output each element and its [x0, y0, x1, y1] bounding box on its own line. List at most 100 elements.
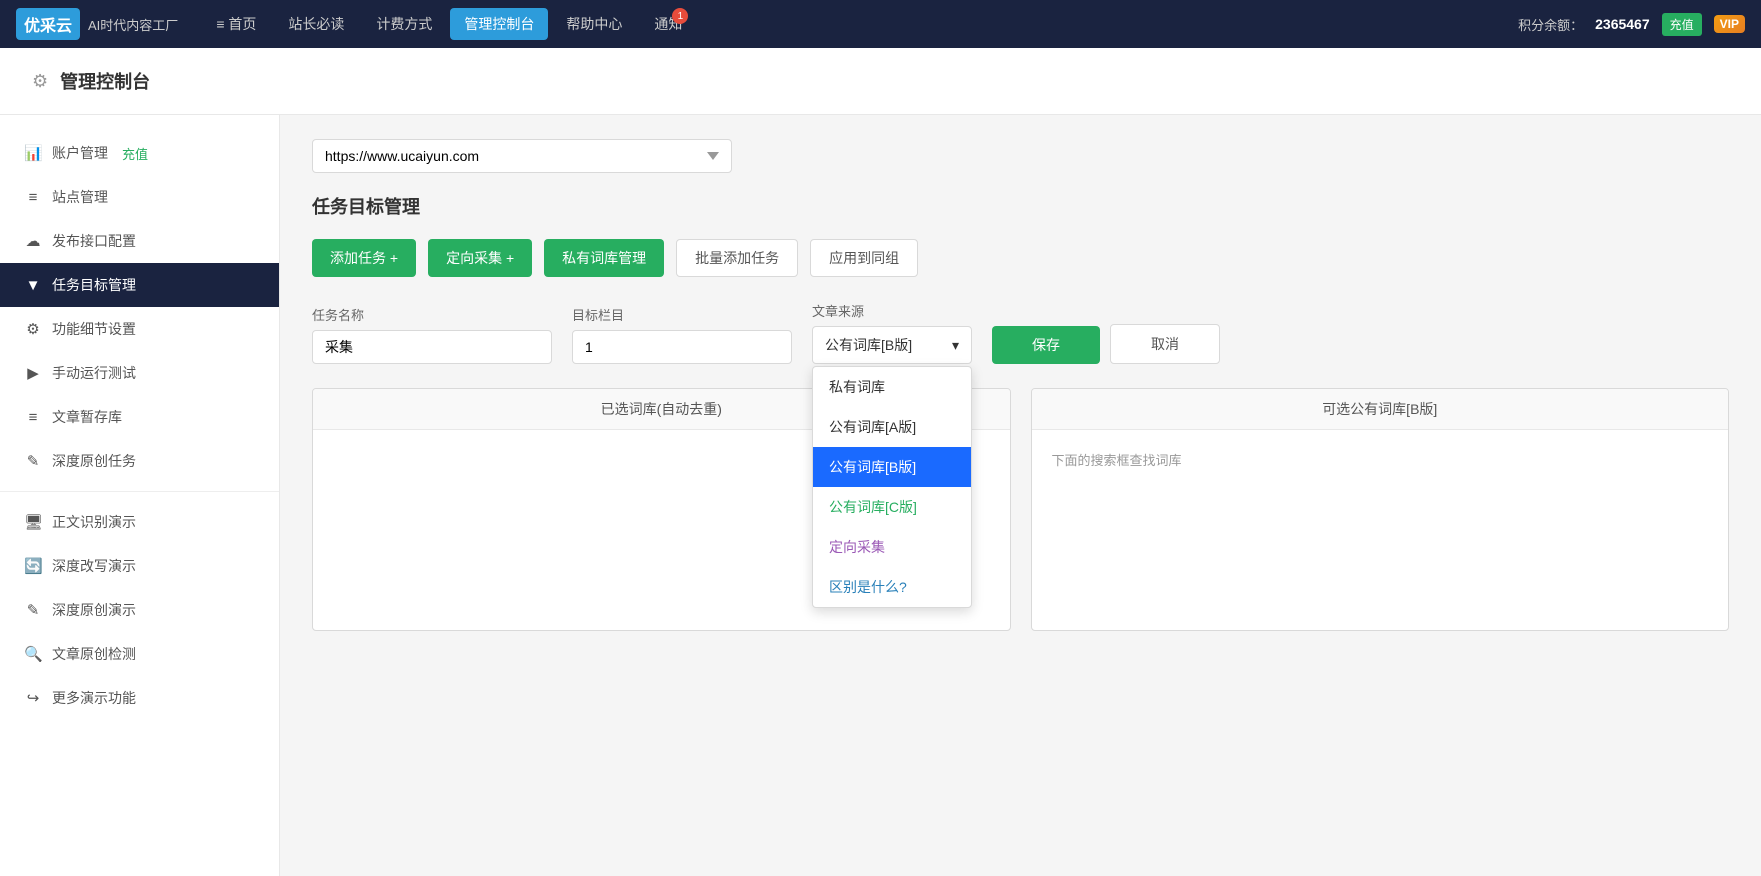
batch-add-button[interactable]: 批量添加任务 [676, 239, 798, 277]
page-title: 管理控制台 [60, 68, 150, 94]
settings-side-icon: ⚙ [24, 320, 42, 338]
sidebar-item-draft[interactable]: ≡ 文章暂存库 [0, 395, 279, 439]
sidebar-item-task[interactable]: ▼ 任务目标管理 [0, 263, 279, 307]
recognition-icon: 🖥 [24, 513, 42, 531]
directed-collect-button[interactable]: 定向采集 + [428, 239, 532, 277]
sidebar-item-draft-label: 文章暂存库 [52, 407, 122, 427]
target-column-label: 目标栏目 [572, 305, 792, 324]
panel-hint: 下面的搜索框查找词库 [1044, 442, 1717, 477]
notification-count: 1 [672, 8, 688, 24]
sidebar-item-original-demo[interactable]: ✎ 深度原创演示 [0, 588, 279, 632]
source-select-button[interactable]: 公有词库[B版] ▾ [812, 326, 972, 364]
sidebar-item-recognition-label: 正文识别演示 [52, 512, 136, 532]
nav-notification[interactable]: 通知 1 [640, 8, 696, 40]
check-icon: 🔍 [24, 645, 42, 663]
source-option-directed[interactable]: 定向采集 [813, 527, 971, 567]
source-group: 文章来源 公有词库[B版] ▾ 私有词库 公有词库[A版] 公有词库[B版] 公… [812, 301, 972, 364]
task-name-label: 任务名称 [312, 305, 552, 324]
site-icon: ≡ [24, 189, 42, 206]
nav-pricing[interactable]: 计费方式 [362, 8, 446, 40]
sidebar-item-check[interactable]: 🔍 文章原创检测 [0, 632, 279, 676]
nav-home-label: 首页 [228, 16, 256, 32]
chevron-down-icon: ▾ [952, 337, 959, 354]
nav-home[interactable]: ≡ 首页 [202, 8, 270, 40]
sidebar-item-original[interactable]: ✎ 深度原创任务 [0, 439, 279, 483]
points-label: 积分余额： [1518, 15, 1583, 34]
page-header: ⚙ 管理控制台 [0, 48, 1761, 115]
top-nav-right: 积分余额： 2365467 充值 VIP [1518, 13, 1745, 36]
sidebar-item-site[interactable]: ≡ 站点管理 [0, 175, 279, 219]
original-demo-icon: ✎ [24, 601, 42, 619]
sidebar-item-check-label: 文章原创检测 [52, 644, 136, 664]
source-selected-value: 公有词库[B版] [825, 335, 912, 355]
sidebar-item-site-label: 站点管理 [52, 187, 108, 207]
sidebar: 📊 账户管理 充值 ≡ 站点管理 ☁ 发布接口配置 ▼ 任务目标管理 ⚙ 功能细… [0, 115, 280, 876]
apply-group-button[interactable]: 应用到同组 [810, 239, 918, 277]
site-selector: https://www.ucaiyun.com [312, 139, 1729, 173]
vip-badge: VIP [1714, 15, 1745, 33]
sidebar-item-more[interactable]: ↪ 更多演示功能 [0, 676, 279, 720]
nav-help[interactable]: 帮助中心 [552, 8, 636, 40]
manual-icon: ▶ [24, 364, 42, 382]
task-name-input[interactable] [312, 330, 552, 364]
logo: 优采云 AI时代内容工厂 [16, 8, 178, 40]
nav-items: ≡ 首页 站长必读 计费方式 管理控制台 帮助中心 通知 1 [202, 8, 1518, 40]
target-column-group: 目标栏目 [572, 305, 792, 364]
private-library-button[interactable]: 私有词库管理 [544, 239, 664, 277]
logo-box: 优采云 [16, 8, 80, 40]
source-option-public-a[interactable]: 公有词库[A版] [813, 407, 971, 447]
nav-webmaster[interactable]: 站长必读 [274, 8, 358, 40]
top-nav: 优采云 AI时代内容工厂 ≡ 首页 站长必读 计费方式 管理控制台 帮助中心 通… [0, 0, 1761, 48]
add-task-button[interactable]: 添加任务 + [312, 239, 416, 277]
nav-dashboard-label: 管理控制台 [464, 16, 534, 32]
sidebar-item-rewrite-label: 深度改写演示 [52, 556, 136, 576]
source-option-public-b[interactable]: 公有词库[B版] [813, 447, 971, 487]
logo-tagline: AI时代内容工厂 [88, 15, 178, 34]
source-option-public-c[interactable]: 公有词库[C版] [813, 487, 971, 527]
publish-icon: ☁ [24, 232, 42, 250]
action-bar: 添加任务 + 定向采集 + 私有词库管理 批量添加任务 应用到同组 [312, 239, 1729, 277]
site-select[interactable]: https://www.ucaiyun.com [312, 139, 732, 173]
nav-pricing-label: 计费方式 [376, 16, 432, 32]
sidebar-item-original-label: 深度原创任务 [52, 451, 136, 471]
source-select-wrapper: 公有词库[B版] ▾ 私有词库 公有词库[A版] 公有词库[B版] 公有词库[C… [812, 326, 972, 364]
panels-row: 已选词库(自动去重) 可选公有词库[B版] 下面的搜索框查找词库 [312, 388, 1729, 631]
sidebar-item-account[interactable]: 📊 账户管理 充值 [0, 131, 279, 175]
sidebar-item-original-demo-label: 深度原创演示 [52, 600, 136, 620]
account-icon: 📊 [24, 144, 42, 162]
settings-icon: ⚙ [32, 71, 48, 92]
sidebar-item-publish[interactable]: ☁ 发布接口配置 [0, 219, 279, 263]
main-layout: 📊 账户管理 充值 ≡ 站点管理 ☁ 发布接口配置 ▼ 任务目标管理 ⚙ 功能细… [0, 115, 1761, 876]
form-row: 任务名称 目标栏目 文章来源 公有词库[B版] ▾ 私有词库 公有词库[A版] [312, 301, 1729, 364]
rewrite-icon: 🔄 [24, 557, 42, 575]
source-label: 文章来源 [812, 301, 972, 320]
available-library-body: 下面的搜索框查找词库 [1032, 430, 1729, 630]
sidebar-item-account-label: 账户管理 [52, 143, 108, 163]
task-name-group: 任务名称 [312, 305, 552, 364]
home-icon: ≡ [216, 16, 224, 32]
original-icon: ✎ [24, 452, 42, 470]
source-option-private[interactable]: 私有词库 [813, 367, 971, 407]
notification-badge: 通知 1 [654, 14, 682, 34]
save-button[interactable]: 保存 [992, 326, 1100, 364]
sidebar-item-task-label: 任务目标管理 [52, 275, 136, 295]
sidebar-item-manual[interactable]: ▶ 手动运行测试 [0, 351, 279, 395]
source-option-difference[interactable]: 区别是什么? [813, 567, 971, 607]
nav-dashboard[interactable]: 管理控制台 [450, 8, 548, 40]
points-value: 2365467 [1595, 16, 1650, 32]
account-recharge-link[interactable]: 充值 [122, 144, 148, 163]
sidebar-item-settings-label: 功能细节设置 [52, 319, 136, 339]
sidebar-item-rewrite[interactable]: 🔄 深度改写演示 [0, 544, 279, 588]
target-column-input[interactable] [572, 330, 792, 364]
nav-webmaster-label: 站长必读 [288, 16, 344, 32]
cancel-button[interactable]: 取消 [1110, 324, 1220, 364]
available-library-header: 可选公有词库[B版] [1032, 389, 1729, 430]
sidebar-item-settings[interactable]: ⚙ 功能细节设置 [0, 307, 279, 351]
more-icon: ↪ [24, 689, 42, 707]
source-dropdown: 私有词库 公有词库[A版] 公有词库[B版] 公有词库[C版] 定向采集 区别是… [812, 366, 972, 608]
sidebar-item-recognition[interactable]: 🖥 正文识别演示 [0, 500, 279, 544]
recharge-nav-button[interactable]: 充值 [1662, 13, 1702, 36]
main-content: https://www.ucaiyun.com 任务目标管理 添加任务 + 定向… [280, 115, 1761, 876]
sidebar-item-publish-label: 发布接口配置 [52, 231, 136, 251]
sidebar-item-more-label: 更多演示功能 [52, 688, 136, 708]
